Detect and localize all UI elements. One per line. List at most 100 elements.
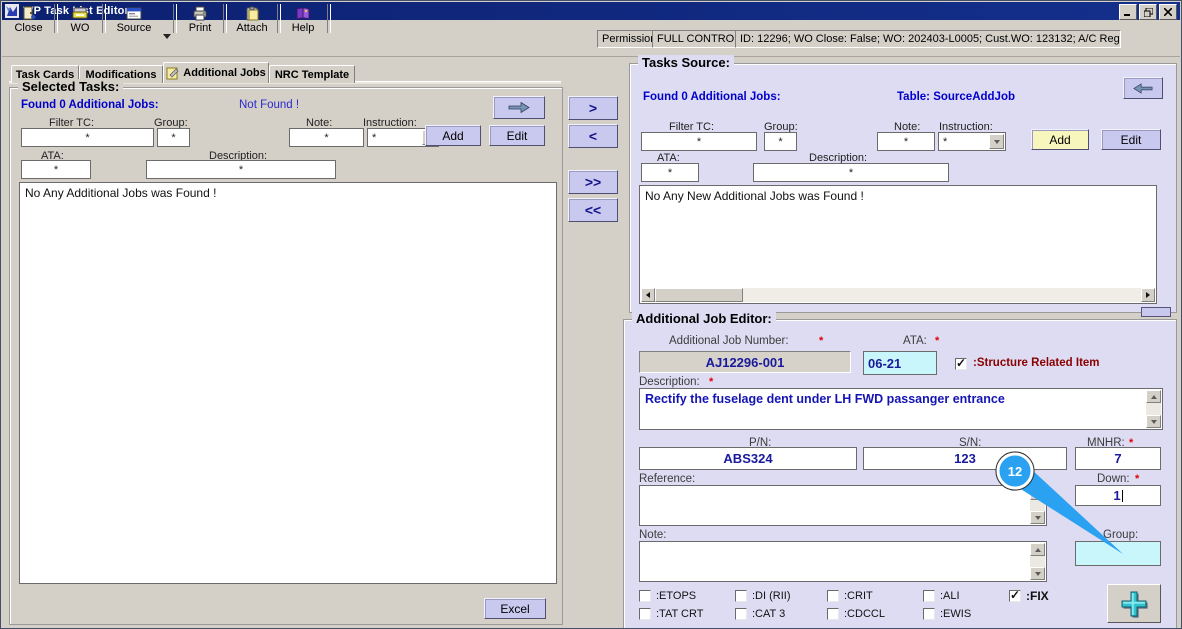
restore-icon <box>1143 7 1153 17</box>
toolbar-source-button[interactable]: Source <box>106 3 162 36</box>
cat3-checkbox[interactable] <box>735 608 747 620</box>
cdccl-label: :CDCCL <box>844 608 885 620</box>
source-move-left-button[interactable] <box>1123 77 1163 99</box>
tab-additional-jobs-label: Additional Jobs <box>183 67 266 79</box>
editor-description-label: Description: <box>639 376 700 388</box>
etops-label: :ETOPS <box>656 590 697 602</box>
toolbar-help-button[interactable]: Help <box>281 3 325 36</box>
scroll-down-icon[interactable] <box>1146 415 1161 428</box>
permission-label: Permission: <box>597 30 659 48</box>
attach-clipboard-icon <box>246 6 259 20</box>
scrollbar-thumb[interactable] <box>655 288 743 302</box>
exit-door-icon <box>23 6 36 19</box>
wp-task-list-editor-window: WP Task List Editor Close W <box>0 0 1182 629</box>
selected-filter-tc-input[interactable]: * <box>21 128 154 147</box>
note-label: Note: <box>639 529 667 541</box>
scroll-right-icon[interactable] <box>1141 288 1155 302</box>
move-left-button[interactable]: < <box>568 124 618 148</box>
selected-group-input[interactable]: * <box>157 128 190 147</box>
move-right-button[interactable]: > <box>568 96 618 120</box>
move-all-left-button[interactable]: << <box>568 198 618 222</box>
toolbar-source-label: Source <box>116 21 152 34</box>
toolbar-print-button[interactable]: Print <box>177 3 223 36</box>
source-found-count: Found 0 Additional Jobs: <box>643 91 781 103</box>
close-button[interactable] <box>1159 4 1177 20</box>
toolbar-help-label: Help <box>291 21 315 34</box>
editor-ata-field[interactable]: 06-21 <box>863 351 937 375</box>
toolbar-wo-button[interactable]: WO <box>58 3 102 36</box>
source-group-input[interactable]: * <box>764 132 797 151</box>
description-required: * <box>709 376 714 388</box>
scroll-left-icon[interactable] <box>641 288 655 302</box>
source-list-hscrollbar[interactable] <box>641 288 1155 302</box>
crit-checkbox[interactable] <box>827 590 839 602</box>
workorder-info: ID: 12296; WO Close: False; WO: 202403-L… <box>735 30 1121 48</box>
source-edit-button[interactable]: Edit <box>1101 129 1161 150</box>
move-all-right-button[interactable]: >> <box>568 170 618 194</box>
source-note-input[interactable]: * <box>877 132 935 151</box>
toolbar-wo-label: WO <box>70 21 90 34</box>
restore-button[interactable] <box>1139 4 1157 20</box>
scroll-down-icon[interactable] <box>1030 567 1045 580</box>
toolbar-attach-button[interactable]: Attach <box>227 3 277 36</box>
scroll-up-icon[interactable] <box>1146 390 1161 403</box>
help-book-icon <box>296 7 310 20</box>
arrow-left-icon <box>1133 82 1153 94</box>
di-rii-checkbox[interactable] <box>735 590 747 602</box>
source-add-button[interactable]: Add <box>1031 129 1089 150</box>
minimize-button[interactable] <box>1119 4 1137 20</box>
selected-tasks-empty-message: No Any Additional Jobs was Found ! <box>25 186 217 200</box>
job-editor-title: Additional Job Editor: <box>632 311 776 326</box>
obscured-button-fragment <box>1141 307 1171 317</box>
plus-icon <box>1121 591 1148 618</box>
tab-nrc-template[interactable]: NRC Template <box>269 65 355 83</box>
description-vscrollbar[interactable] <box>1146 390 1161 428</box>
fix-checkbox[interactable] <box>1009 588 1021 602</box>
add-job-plus-button[interactable] <box>1107 584 1161 623</box>
source-dropdown-icon[interactable] <box>163 34 171 39</box>
editor-description-textarea[interactable]: Rectify the fuselage dent under LH FWD p… <box>639 388 1163 430</box>
cdccl-checkbox[interactable] <box>827 608 839 620</box>
source-ata-input[interactable]: * <box>641 163 699 182</box>
selected-ata-input[interactable]: * <box>21 160 91 179</box>
selected-edit-button[interactable]: Edit <box>489 125 545 146</box>
tasks-source-list[interactable]: No Any New Additional Jobs was Found ! <box>639 185 1157 304</box>
tat-crt-checkbox[interactable] <box>639 608 651 620</box>
tasks-source-empty-message: No Any New Additional Jobs was Found ! <box>645 189 864 203</box>
toolbar-close-label: Close <box>14 21 43 34</box>
toolbar-close-button[interactable]: Close <box>5 3 52 36</box>
selected-note-input[interactable]: * <box>289 128 364 147</box>
toolbar-print-label: Print <box>188 21 212 34</box>
ali-checkbox[interactable] <box>923 590 935 602</box>
selected-tasks-list[interactable]: No Any Additional Jobs was Found ! <box>19 182 557 584</box>
arrow-right-icon <box>508 102 530 113</box>
selected-move-right-button[interactable] <box>493 96 545 119</box>
structure-related-checkbox[interactable] <box>955 356 967 370</box>
source-filter-tc-input[interactable]: * <box>641 132 757 151</box>
tab-additional-jobs[interactable]: Additional Jobs <box>163 62 269 83</box>
minimize-icon <box>1124 14 1130 16</box>
source-instruction-select[interactable]: * <box>938 132 1006 151</box>
toolbar-separator <box>327 4 331 33</box>
tab-nrc-template-label: NRC Template <box>274 68 350 81</box>
crit-label: :CRIT <box>844 590 873 602</box>
pn-field[interactable]: ABS324 <box>639 447 857 470</box>
ewis-checkbox[interactable] <box>923 608 935 620</box>
source-window-icon <box>126 7 142 19</box>
wo-machine-icon <box>72 7 88 18</box>
source-description-input[interactable]: * <box>753 163 949 182</box>
selected-add-button[interactable]: Add <box>425 125 481 146</box>
annotation-pointer <box>1016 468 1123 554</box>
reference-label: Reference: <box>639 473 696 485</box>
excel-button[interactable]: Excel <box>484 598 546 619</box>
source-table-name: Table: SourceAddJob <box>897 91 1015 103</box>
printer-icon <box>193 6 207 20</box>
etops-checkbox[interactable] <box>639 590 651 602</box>
ewis-label: :EWIS <box>940 608 972 620</box>
fix-label: :FIX <box>1026 589 1049 603</box>
annotation-step-number: 12 <box>1008 464 1022 479</box>
tat-crt-label: :TAT CRT <box>656 608 704 620</box>
selected-description-input[interactable]: * <box>146 160 336 179</box>
selected-status-text: Not Found ! <box>239 99 300 111</box>
instruction-dropdown-icon[interactable] <box>989 134 1004 149</box>
